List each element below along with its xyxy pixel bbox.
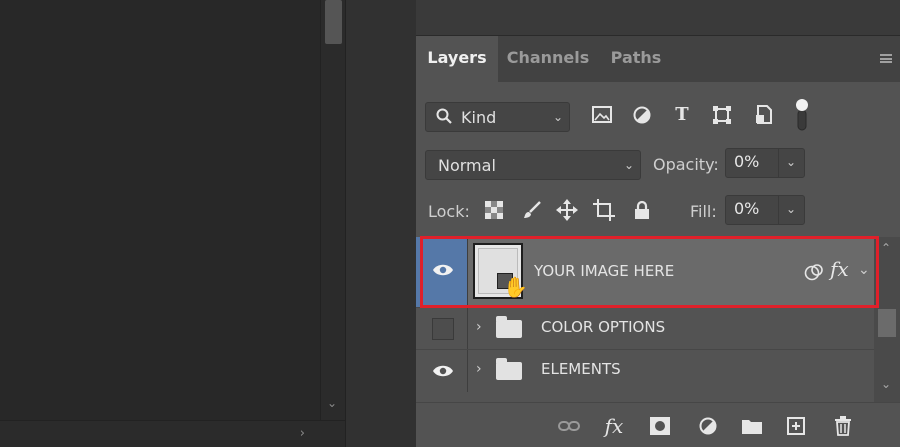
tab-channels[interactable]: Channels <box>502 36 594 82</box>
tab-paths[interactable]: Paths <box>600 36 672 82</box>
panel-top-area <box>416 0 900 36</box>
tab-layers[interactable]: Layers <box>416 36 498 82</box>
chevron-down-icon[interactable]: ⌄ <box>786 155 796 169</box>
layer-effects-link-icon[interactable] <box>804 263 824 281</box>
layer-visibility-toggle[interactable] <box>416 350 468 392</box>
canvas-vertical-scrollbar[interactable]: ⌄ <box>320 0 345 420</box>
new-adjustment-layer-icon[interactable] <box>695 413 721 439</box>
opacity-field[interactable]: 0% ⌄ <box>725 148 805 178</box>
fill-field[interactable]: 0% ⌄ <box>725 195 805 225</box>
layer-name[interactable]: YOUR IMAGE HERE <box>534 262 674 280</box>
field-divider <box>778 149 779 177</box>
smart-object-filter-icon[interactable] <box>752 103 776 127</box>
canvas-scroll-thumb[interactable] <box>325 0 342 44</box>
fx-icon[interactable]: fx <box>830 257 849 281</box>
layer-name[interactable]: ELEMENTS <box>541 360 621 378</box>
panel-menu-icon[interactable] <box>880 54 892 63</box>
lock-artboard-icon[interactable] <box>592 198 616 222</box>
layer-visibility-toggle[interactable] <box>416 237 468 307</box>
chevron-down-icon[interactable]: ⌄ <box>858 262 870 278</box>
scroll-down-arrow-icon[interactable]: ⌄ <box>881 377 891 391</box>
folder-icon <box>496 316 522 338</box>
lock-all-icon[interactable] <box>630 198 654 222</box>
chevron-right-icon[interactable]: › <box>476 361 482 377</box>
blend-mode-value: Normal <box>438 156 496 175</box>
fill-label: Fill: <box>690 202 717 221</box>
layers-bottom-toolbar: fx <box>416 402 900 447</box>
layer-row-selected[interactable]: ✋ YOUR IMAGE HERE fx ⌄ <box>416 237 874 307</box>
search-icon <box>436 108 452 126</box>
new-layer-icon[interactable] <box>783 413 809 439</box>
lock-image-pixels-brush-icon[interactable] <box>520 198 544 222</box>
canvas-horizontal-scrollbar[interactable]: › <box>0 420 345 447</box>
lock-label: Lock: <box>428 202 470 221</box>
chevron-down-icon[interactable]: ⌄ <box>786 202 796 216</box>
layer-visibility-toggle[interactable] <box>416 308 468 350</box>
chevron-down-icon: ⌄ <box>623 158 634 172</box>
layer-row-elements[interactable]: › ELEMENTS <box>416 349 874 392</box>
delete-layer-trash-icon[interactable] <box>830 413 856 439</box>
chevron-right-icon[interactable]: › <box>476 319 482 335</box>
scroll-down-arrow-icon[interactable]: ⌄ <box>327 396 337 410</box>
layer-name[interactable]: COLOR OPTIONS <box>541 318 665 336</box>
lock-transparent-pixels-icon[interactable] <box>482 198 506 222</box>
new-group-folder-icon[interactable] <box>739 413 765 439</box>
layers-scroll-thumb[interactable] <box>878 309 896 337</box>
hand-cursor-icon: ✋ <box>503 275 528 299</box>
folder-icon <box>496 358 522 380</box>
blend-mode-select[interactable]: Normal ⌄ <box>425 150 641 180</box>
filter-kind-select[interactable]: Kind ⌄ <box>425 102 570 132</box>
eye-icon[interactable] <box>432 263 454 277</box>
layers-panel: Layers Channels Paths Kind ⌄ T Normal ⌄ <box>416 0 900 447</box>
layers-vertical-scrollbar[interactable]: ⌃ ⌄ <box>874 237 900 402</box>
adjustment-layer-filter-icon[interactable] <box>630 103 654 127</box>
type-layer-filter-icon[interactable]: T <box>670 103 694 127</box>
fill-value[interactable]: 0% <box>734 199 759 218</box>
layer-thumbnail[interactable]: ✋ <box>473 243 528 299</box>
scroll-up-arrow-icon[interactable]: ⌃ <box>881 241 891 255</box>
panel-gutter <box>345 0 416 447</box>
lock-position-move-icon[interactable] <box>555 198 579 222</box>
panel-tabs: Layers Channels Paths <box>416 36 900 82</box>
scroll-right-arrow-icon[interactable]: › <box>300 426 305 441</box>
filter-toggle-icon[interactable] <box>790 99 814 131</box>
chevron-down-icon: ⌄ <box>552 110 563 124</box>
add-layer-style-fx-icon[interactable]: fx <box>601 413 627 439</box>
filter-kind-label: Kind <box>461 108 497 127</box>
document-canvas[interactable] <box>0 0 345 447</box>
visibility-off-box[interactable] <box>432 318 454 340</box>
pixel-layer-filter-icon[interactable] <box>590 103 614 127</box>
opacity-value[interactable]: 0% <box>734 152 759 171</box>
link-layers-icon[interactable] <box>556 413 582 439</box>
add-layer-mask-icon[interactable] <box>647 413 673 439</box>
field-divider <box>778 196 779 224</box>
opacity-label: Opacity: <box>653 155 719 174</box>
shape-layer-filter-icon[interactable] <box>710 103 734 127</box>
layer-row-color-options[interactable]: › COLOR OPTIONS <box>416 307 874 350</box>
eye-icon[interactable] <box>432 364 454 378</box>
